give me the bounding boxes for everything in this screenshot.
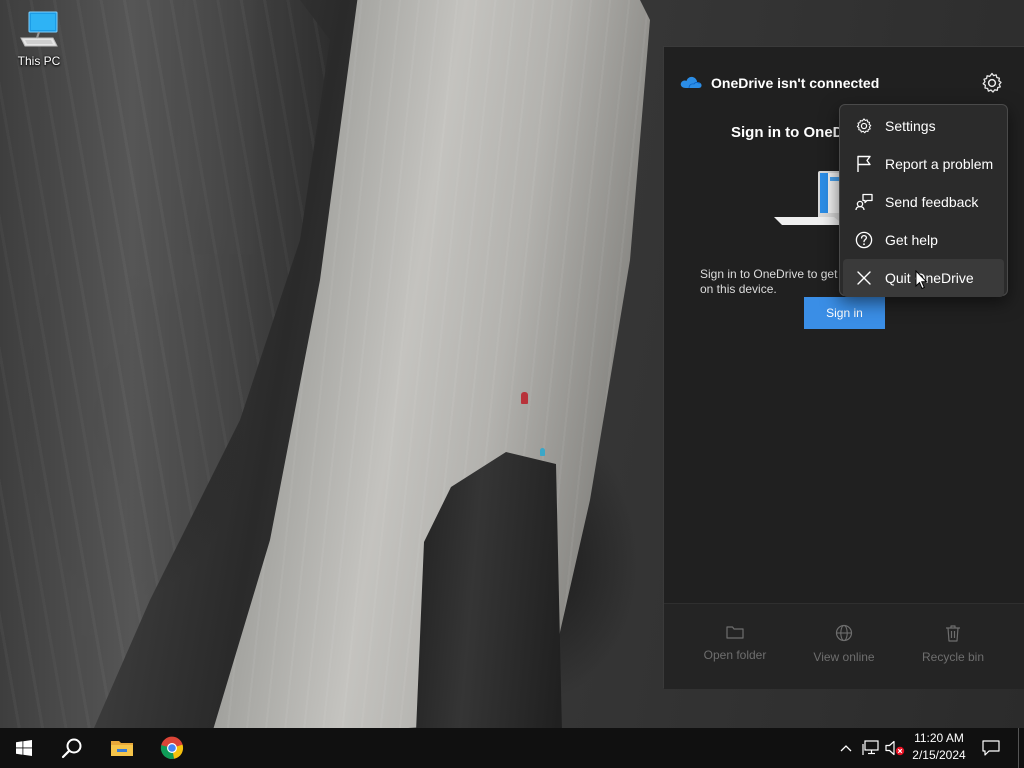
signin-description-text: Sign in to OneDrive to get on this devic…	[700, 267, 838, 296]
taskbar: 11:20 AM 2/15/2024	[0, 728, 1024, 768]
search-button[interactable]	[48, 728, 96, 768]
windows-logo-icon	[16, 740, 32, 756]
network-icon	[862, 740, 879, 755]
chevron-up-icon	[840, 745, 852, 752]
volume-muted-icon	[885, 740, 905, 756]
onedrive-settings-menu: Settings Report a problem Send feedback	[839, 104, 1008, 297]
view-online-button[interactable]: View online	[789, 624, 899, 664]
folder-icon	[111, 741, 133, 756]
gear-icon	[855, 117, 873, 135]
open-folder-button[interactable]: Open folder	[680, 624, 790, 662]
menu-item-label: Settings	[885, 118, 936, 134]
menu-item-label: Quit OneDrive	[885, 270, 974, 286]
desktop-icon-label: This PC	[17, 54, 61, 68]
feedback-icon	[855, 193, 873, 211]
menu-item-label: Report a problem	[885, 156, 994, 172]
close-icon	[855, 269, 873, 287]
open-folder-label: Open folder	[703, 648, 767, 662]
gear-icon[interactable]	[980, 71, 1004, 95]
clock[interactable]: 11:20 AM 2/15/2024	[904, 730, 974, 766]
clock-date: 2/15/2024	[912, 748, 966, 762]
this-pc-icon	[17, 10, 61, 52]
start-button[interactable]	[0, 728, 48, 768]
menu-item-get-help[interactable]: Get help	[843, 221, 1004, 259]
clock-time: 11:20 AM	[914, 731, 964, 745]
menu-item-settings[interactable]: Settings	[843, 107, 1004, 145]
search-icon	[61, 738, 82, 759]
network-button[interactable]	[861, 738, 881, 758]
show-desktop-button[interactable]	[1018, 728, 1024, 768]
flag-icon	[855, 155, 873, 173]
sign-in-button[interactable]: Sign in	[804, 297, 885, 329]
recycle-bin-icon	[946, 625, 960, 642]
action-center-button[interactable]	[981, 738, 1001, 758]
mouse-cursor-icon	[915, 269, 929, 290]
file-explorer-button[interactable]	[98, 728, 146, 768]
notification-icon	[982, 740, 1000, 756]
menu-item-report-problem[interactable]: Report a problem	[843, 145, 1004, 183]
recycle-bin-label: Recycle bin	[921, 650, 985, 664]
onedrive-status-title: OneDrive isn't connected	[711, 75, 880, 91]
menu-item-label: Get help	[885, 232, 938, 248]
onedrive-cloud-icon	[680, 75, 702, 92]
help-icon	[855, 231, 873, 249]
onedrive-footer: Open folder View online Recycle bin	[664, 603, 1024, 689]
menu-item-label: Send feedback	[885, 194, 979, 210]
view-online-label: View online	[813, 650, 875, 664]
menu-item-send-feedback[interactable]: Send feedback	[843, 183, 1004, 221]
chrome-icon	[160, 736, 184, 760]
climber-red	[521, 392, 528, 404]
folder-icon	[726, 626, 744, 639]
volume-button[interactable]	[885, 738, 905, 758]
globe-icon	[835, 624, 853, 642]
chrome-button[interactable]	[148, 728, 196, 768]
signin-heading: Sign in to OneD	[731, 124, 844, 141]
recycle-bin-button[interactable]: Recycle bin	[898, 624, 1008, 664]
desktop-icon-this-pc[interactable]: This PC	[12, 10, 66, 68]
climber-blue	[540, 448, 545, 456]
show-hidden-icons-button[interactable]	[836, 738, 856, 758]
